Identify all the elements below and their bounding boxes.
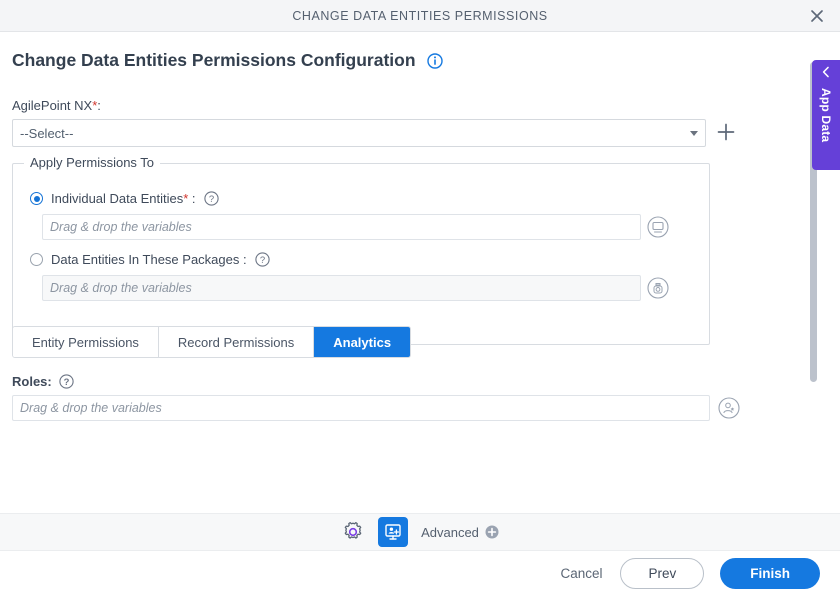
agilepoint-nx-label: AgilePoint NX*: [12, 98, 101, 113]
page-title-text: Change Data Entities Permissions Configu… [12, 50, 416, 70]
gear-icon[interactable] [341, 520, 365, 544]
roles-label-text: Roles: [12, 374, 52, 389]
tab-label: Entity Permissions [32, 334, 139, 350]
tab-analytics[interactable]: Analytics [314, 327, 411, 357]
radio-label-text: Individual Data Entities [51, 191, 184, 206]
tab-label: Analytics [333, 334, 392, 350]
roles-input[interactable]: Drag & drop the variables [12, 395, 710, 421]
tab-entity-permissions[interactable]: Entity Permissions [13, 327, 159, 357]
label-colon: : [239, 252, 247, 267]
apply-permissions-legend: Apply Permissions To [24, 155, 161, 170]
advanced-button[interactable]: Advanced [421, 525, 499, 540]
dialog-footer: Cancel Prev Finish [0, 551, 840, 595]
roles-placeholder: Drag & drop the variables [20, 401, 162, 415]
data-entities-in-packages-input[interactable]: Drag & drop the variables [42, 275, 641, 301]
svg-text:?: ? [208, 194, 213, 205]
info-icon[interactable] [427, 53, 444, 74]
radio-data-entities-in-packages[interactable] [30, 253, 43, 266]
screen-circle-icon[interactable] [647, 216, 669, 238]
finish-button[interactable]: Finish [720, 557, 820, 589]
tab-label: Record Permissions [177, 334, 295, 350]
svg-text:?: ? [259, 255, 264, 266]
help-circle-icon[interactable]: ? [254, 252, 270, 267]
plus-circle-icon[interactable] [485, 525, 499, 539]
radio-label-individual-data-entities: Individual Data Entities* : [51, 191, 196, 206]
radio-label-text: Data Entities In These Packages [51, 252, 240, 267]
prev-button[interactable]: Prev [620, 557, 705, 589]
bottom-toolbar: Advanced [0, 513, 840, 551]
user-star-circle-icon[interactable] [718, 397, 740, 419]
radio-individual-data-entities[interactable] [30, 192, 43, 205]
close-icon[interactable] [804, 4, 830, 28]
data-entities-in-packages-placeholder: Drag & drop the variables [50, 281, 192, 295]
radio-label-data-entities-in-packages: Data Entities In These Packages : [51, 252, 247, 267]
add-agilepoint-nx-button[interactable] [715, 121, 737, 145]
label-colon: : [188, 191, 196, 206]
radio-row-individual-data-entities[interactable]: Individual Data Entities* : ? [30, 191, 219, 206]
help-circle-icon[interactable]: ? [59, 374, 74, 389]
individual-data-entities-input[interactable]: Drag & drop the variables [42, 214, 641, 240]
chevron-left-icon [821, 66, 831, 82]
cancel-button[interactable]: Cancel [558, 562, 604, 585]
advanced-label: Advanced [421, 524, 479, 540]
tab-record-permissions[interactable]: Record Permissions [158, 327, 315, 357]
add-to-screen-icon[interactable] [378, 517, 409, 547]
agilepoint-nx-select[interactable]: --Select-- [12, 119, 706, 147]
page-title: Change Data Entities Permissions Configu… [12, 50, 444, 74]
chevron-down-icon[interactable] [690, 131, 698, 136]
package-circle-icon[interactable] [647, 277, 669, 299]
app-data-panel-label: App Data [819, 88, 833, 143]
radio-row-data-entities-in-packages[interactable]: Data Entities In These Packages : ? [30, 252, 270, 267]
window-title: CHANGE DATA ENTITIES PERMISSIONS [292, 8, 548, 23]
app-data-panel-tab[interactable]: App Data [812, 60, 840, 170]
permissions-tabs: Entity Permissions Record Permissions An… [12, 326, 412, 358]
window-title-bar: CHANGE DATA ENTITIES PERMISSIONS [0, 0, 840, 32]
agilepoint-nx-selected-value: --Select-- [20, 125, 74, 141]
help-circle-icon[interactable]: ? [203, 191, 219, 206]
label-colon: : [97, 98, 101, 113]
agilepoint-nx-label-text: AgilePoint NX [12, 98, 93, 113]
apply-permissions-fieldset: Apply Permissions To Individual Data Ent… [12, 155, 710, 345]
svg-text:?: ? [63, 377, 69, 388]
dialog-body: Change Data Entities Permissions Configu… [0, 33, 840, 595]
individual-data-entities-placeholder: Drag & drop the variables [50, 220, 192, 234]
roles-label: Roles: ? [12, 374, 74, 389]
